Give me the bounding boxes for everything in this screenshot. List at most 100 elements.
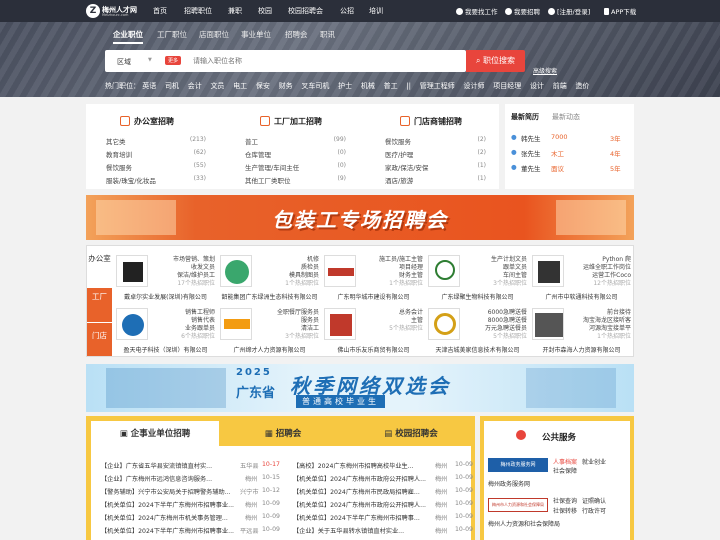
job-row[interactable]: 【警务辅助】兴宁市公安局关于招聘警务辅助... — [101, 487, 231, 496]
side-tab-store[interactable]: 门店 — [87, 322, 112, 356]
hot-keyword[interactable]: 会计 — [188, 82, 202, 90]
category-title[interactable]: 门店商铺招聘 — [414, 116, 462, 127]
hr-bureau-badge[interactable]: 梅州市人力资源和社会保障局 — [488, 498, 548, 512]
category-item[interactable]: 仓库管理 — [245, 149, 271, 159]
advanced-search-link[interactable]: 高级搜索 — [533, 66, 557, 75]
category-item[interactable]: 餐饮服务 — [106, 162, 132, 172]
job-row[interactable]: 【机关单位】2024广东梅州市民政局招聘雇... — [293, 487, 420, 496]
company-card[interactable]: 施工员/施工主管 项目经理 财务主管 1个热招职位 广东明华城市建设有限公司 — [321, 250, 426, 302]
hot-keyword[interactable]: 护士 — [338, 82, 352, 90]
company-card[interactable]: 机修 质检员 模具制图员 1个热招职位 韶能集团广东绿洲生态科技有限公司 — [217, 250, 322, 302]
category-item[interactable]: 普工 — [245, 136, 258, 146]
category-item[interactable]: 服装/珠宝/化妆品 — [106, 175, 156, 185]
service-link[interactable]: 社会保障 — [553, 466, 577, 475]
side-tab-factory[interactable]: 工厂 — [87, 288, 112, 322]
tab-factory[interactable]: 工厂职位 — [157, 29, 187, 40]
service-name[interactable]: 梅州政务服务网 — [488, 479, 530, 488]
nav-campus-fair[interactable]: 校园招聘会 — [288, 6, 323, 16]
hot-keyword[interactable]: 保安 — [256, 82, 270, 90]
company-card[interactable]: 总务会计 主管 5个热招职位 佛山市乐友乐商贸有限公司 — [321, 303, 426, 355]
category-title[interactable]: 办公室招聘 — [134, 116, 174, 127]
hot-keyword[interactable]: 英语 — [142, 82, 156, 90]
region-select[interactable]: 区域 — [117, 57, 131, 67]
resume-name[interactable]: 张先生 — [521, 148, 541, 158]
category-item[interactable]: 医疗/护理 — [385, 149, 413, 159]
hire-link[interactable]: 我要招聘 — [505, 6, 540, 16]
tab-latest-resumes[interactable]: 最新简历 — [511, 112, 539, 122]
job-row[interactable]: 【机关单位】2024下半年广东梅州市招聘事业... — [101, 526, 234, 535]
job-row[interactable]: 【企业】广东省五华县安流镇镇直村实... — [101, 461, 212, 470]
side-tab-office[interactable]: 办公室 — [87, 252, 112, 288]
company-card[interactable]: 销售工程师 销售代表 业务跟单员 6个热招职位 盈天电子科技（深圳）有限公司 — [113, 303, 218, 355]
company-card[interactable]: 市场营销、策划 收发文员 保洁/维护员工 17个热招职位 戴卓尔实业发展(深圳)有限公… — [113, 250, 218, 302]
app-download-link[interactable]: APP下载 — [604, 6, 636, 16]
tab-job-fair[interactable]: 招聘会 — [285, 29, 308, 40]
hot-keyword[interactable]: 前端 — [553, 82, 567, 90]
hot-keyword[interactable]: 司机 — [165, 82, 179, 90]
resume-name[interactable]: 韩先生 — [521, 133, 541, 143]
company-card[interactable]: 6000急聘送餐 8000急聘送餐 万元急聘送餐员 5个热招职位 天津吉城美家信息技术… — [425, 303, 530, 355]
category-title[interactable]: 工厂加工招聘 — [274, 116, 322, 127]
nav-training[interactable]: 培训 — [369, 6, 383, 16]
login-link[interactable]: [注册/登录] — [548, 6, 590, 16]
chevron-down-icon[interactable]: ▼ — [148, 57, 152, 63]
site-logo[interactable]: Z 梅州人才网 Meizhourc.com — [86, 4, 138, 18]
category-item[interactable]: 餐饮服务 — [385, 136, 411, 146]
tab-store[interactable]: 店面职位 — [199, 29, 229, 40]
hot-keyword[interactable]: 电工 — [233, 82, 247, 90]
service-link[interactable]: 行政许可 — [582, 506, 606, 515]
job-row[interactable]: 【机关单位】2024广东梅州市政府公开招聘人... — [293, 474, 426, 483]
service-link[interactable]: 证照确认 — [582, 496, 606, 505]
tab-enterprise-jobs[interactable]: ▣ 企事业单位招聘 — [91, 421, 219, 448]
nav-home[interactable]: 首页 — [153, 6, 167, 16]
company-card[interactable]: Python 爬运维全职工作岗位 运营工作Coco 12个热招职位 广州市中软通科技… — [529, 250, 634, 302]
job-row[interactable]: 【机关单位】2024广东梅州市机关事务管理... — [101, 513, 228, 522]
more-badge[interactable]: 更多 — [165, 56, 182, 65]
service-name[interactable]: 梅州人力资源和社会保障局 — [488, 519, 560, 528]
tab-news[interactable]: 职讯 — [320, 29, 335, 40]
job-row[interactable]: 【机关单位】2024下半年广东梅州市招聘事... — [293, 513, 420, 522]
category-item[interactable]: 生产管理/车间主任 — [245, 162, 299, 172]
autumn-fair-banner[interactable]: 2025 广东省 秋季网络双选会 普通高校毕业生 — [86, 364, 634, 412]
nav-public[interactable]: 公招 — [340, 6, 354, 16]
company-card[interactable]: 前台接待 淘宝海龙区接听客 河源淘宝接单平 1个热招职位 开封市森海人力资源有限公司 — [529, 303, 634, 355]
job-row[interactable]: 【高校】2024广东梅州市招聘高校毕业生... — [293, 461, 414, 470]
hot-keyword[interactable]: 叉车司机 — [301, 82, 329, 90]
job-row[interactable]: 【企业】关于五华县转水镇镇直村实业... — [293, 526, 404, 535]
hot-keyword[interactable]: 管理工程师 — [420, 82, 455, 90]
search-button[interactable]: ⌕ 职位搜索 — [466, 50, 525, 72]
tab-institution[interactable]: 事业单位 — [241, 29, 271, 40]
category-item[interactable]: 家政/保洁/安保 — [385, 162, 428, 172]
company-card[interactable]: 生产计划文员 跟单文员 车间主管 3个热招职位 广东绿聚生物科技有限公司 — [425, 250, 530, 302]
job-row[interactable]: 【企业】广东梅州市远鸿信息咨询服务... — [101, 474, 212, 483]
service-link[interactable]: 社保转移 — [553, 506, 577, 515]
service-link[interactable]: 就业创业 — [582, 457, 606, 466]
job-row[interactable]: 【机关单位】2024广东梅州市政府公开招聘人... — [293, 500, 426, 509]
category-item[interactable]: 其它类 — [106, 136, 126, 146]
hot-keyword[interactable]: 财务 — [279, 82, 293, 90]
service-link[interactable]: 社保查询 — [553, 496, 577, 505]
category-item[interactable]: 教育培训 — [106, 149, 132, 159]
hot-keyword[interactable]: 项目经理 — [493, 82, 521, 90]
find-job-link[interactable]: 我要找工作 — [456, 6, 498, 16]
packaging-fair-banner[interactable]: 包装工专场招聘会 — [86, 195, 634, 240]
nav-jobs[interactable]: 招聘职位 — [184, 6, 212, 16]
service-link[interactable]: 人事档案 — [553, 457, 577, 466]
hot-keyword[interactable]: 普工 — [384, 82, 398, 90]
tab-enterprise[interactable]: 企业职位 — [113, 29, 143, 44]
gov-service-badge[interactable]: 梅州政务服务网 — [488, 458, 548, 472]
nav-campus[interactable]: 校园 — [258, 6, 272, 16]
hot-keyword[interactable]: 文员 — [210, 82, 224, 90]
resume-name[interactable]: 董先生 — [521, 163, 541, 173]
tab-campus-fairs[interactable]: ▤ 校园招聘会 — [347, 421, 475, 448]
category-item[interactable]: 酒店/旅游 — [385, 175, 413, 185]
category-item[interactable]: 其他工厂类职位 — [245, 175, 291, 185]
search-input[interactable] — [193, 54, 458, 68]
job-row[interactable]: 【机关单位】2024下半年广东梅州市招聘事业... — [101, 500, 234, 509]
company-card[interactable]: 全职餐厅服务员 服务员 清洁工 3个热招职位 广州缔才人力资源有限公司 — [217, 303, 322, 355]
hot-keyword[interactable]: 机械 — [361, 82, 375, 90]
hot-keyword[interactable]: 设计师 — [464, 82, 485, 90]
nav-parttime[interactable]: 兼职 — [228, 6, 242, 16]
hot-keyword[interactable]: 造价 — [575, 82, 589, 90]
tab-job-fairs[interactable]: ▦ 招聘会 — [219, 421, 347, 448]
